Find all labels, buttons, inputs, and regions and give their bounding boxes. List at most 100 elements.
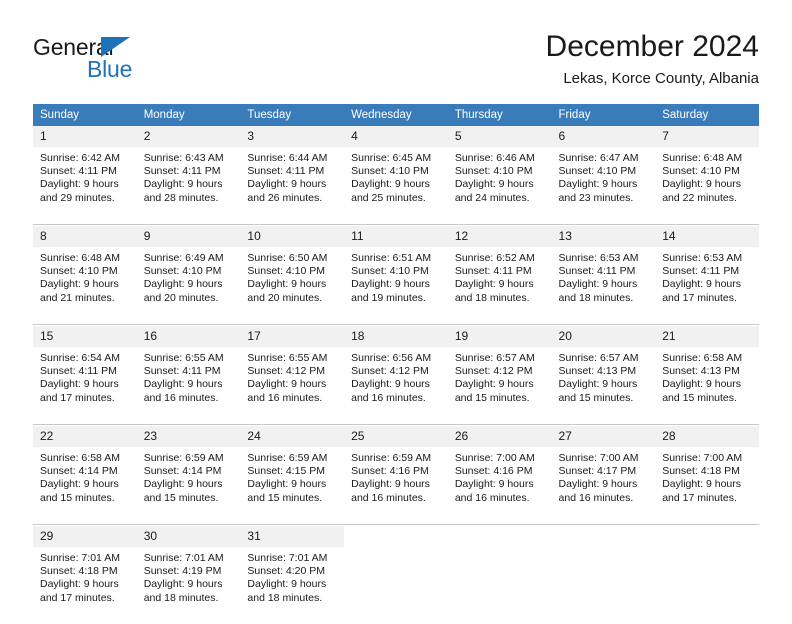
sunrise-text: Sunrise: 6:59 AM: [143, 452, 224, 464]
daylight-text-line2: and 15 minutes.: [143, 491, 219, 504]
sunrise-text: Sunrise: 6:46 AM: [454, 152, 535, 164]
day-number[interactable]: 21: [655, 326, 759, 347]
day-number[interactable]: 1: [33, 126, 137, 147]
daylight-text-line2: and 29 minutes.: [40, 191, 115, 204]
day-number[interactable]: 30: [136, 526, 241, 547]
sunset-text: Sunset: 4:12 PM: [351, 365, 429, 378]
sunrise-text: Sunrise: 6:57 AM: [558, 352, 639, 364]
daylight-text-line1: Daylight: 9 hours: [40, 178, 119, 191]
daylight-text-line1: Daylight: 9 hours: [558, 278, 638, 291]
day-number[interactable]: 16: [136, 326, 241, 347]
daylight-text-line2: and 17 minutes.: [40, 391, 115, 404]
day-number[interactable]: 19: [447, 326, 552, 347]
daylight-text-line2: and 16 minutes.: [351, 491, 426, 504]
sunset-text: Sunset: 4:14 PM: [40, 465, 118, 478]
weekday-header-wednesday: Wednesday: [344, 104, 448, 126]
daylight-text-line1: Daylight: 9 hours: [40, 278, 119, 291]
daylight-text-line1: Daylight: 9 hours: [558, 178, 638, 191]
day-number-row: 1 2 3 4 5 6 7: [33, 126, 759, 147]
day-number[interactable]: 7: [655, 126, 759, 147]
daylight-text-line1: Daylight: 9 hours: [40, 378, 119, 391]
daylight-text-line2: and 21 minutes.: [40, 291, 115, 304]
sunrise-text: Sunrise: 6:50 AM: [247, 252, 328, 264]
day-number[interactable]: 10: [240, 226, 345, 247]
day-cell: Sunrise: 6:42 AM Sunset: 4:11 PM Dayligh…: [33, 147, 137, 225]
day-info-row: Sunrise: 7:01 AM Sunset: 4:18 PM Dayligh…: [33, 547, 759, 624]
daylight-text-line2: and 25 minutes.: [351, 191, 426, 204]
day-number[interactable]: 9: [136, 226, 241, 247]
day-cell: Sunrise: 6:44 AM Sunset: 4:11 PM Dayligh…: [240, 147, 345, 225]
day-number[interactable]: 27: [551, 426, 656, 447]
day-cell: Sunrise: 7:00 AM Sunset: 4:16 PM Dayligh…: [447, 447, 552, 525]
day-number[interactable]: 15: [33, 326, 137, 347]
sunset-text: Sunset: 4:18 PM: [662, 465, 740, 478]
day-cell: Sunrise: 6:46 AM Sunset: 4:10 PM Dayligh…: [447, 147, 552, 225]
day-number[interactable]: 4: [344, 126, 448, 147]
day-number[interactable]: 23: [136, 426, 241, 447]
sunset-text: Sunset: 4:17 PM: [558, 465, 637, 478]
day-number[interactable]: 6: [551, 126, 656, 147]
day-number[interactable]: 25: [344, 426, 448, 447]
day-number[interactable]: 18: [344, 326, 448, 347]
daylight-text-line2: and 18 minutes.: [143, 591, 219, 604]
day-number[interactable]: 20: [551, 326, 656, 347]
calendar-header: Sunday Monday Tuesday Wednesday Thursday…: [33, 104, 759, 126]
day-cell: Sunrise: 6:57 AM Sunset: 4:12 PM Dayligh…: [447, 347, 552, 425]
general-blue-logo[interactable]: General Blue: [33, 34, 263, 92]
logo-text-blue: Blue: [87, 56, 133, 82]
daylight-text-line1: Daylight: 9 hours: [662, 178, 742, 191]
sunset-text: Sunset: 4:12 PM: [247, 365, 326, 378]
daylight-text-line1: Daylight: 9 hours: [40, 578, 119, 591]
daylight-text-line2: and 15 minutes.: [247, 491, 323, 504]
day-number[interactable]: 8: [33, 226, 137, 247]
daylight-text-line2: and 16 minutes.: [454, 491, 530, 504]
sunset-text: Sunset: 4:11 PM: [40, 365, 117, 378]
day-number[interactable]: 2: [136, 126, 241, 147]
weekday-header-sunday: Sunday: [33, 104, 137, 126]
sunset-text: Sunset: 4:10 PM: [143, 265, 222, 278]
sunrise-text: Sunrise: 6:58 AM: [662, 352, 743, 364]
daylight-text-line2: and 28 minutes.: [143, 191, 219, 204]
day-number[interactable]: 13: [551, 226, 656, 247]
day-number[interactable]: 31: [240, 526, 345, 547]
sunrise-text: Sunrise: 6:57 AM: [454, 352, 535, 364]
daylight-text-line2: and 18 minutes.: [454, 291, 530, 304]
day-number[interactable]: 26: [447, 426, 552, 447]
daylight-text-line2: and 18 minutes.: [558, 291, 634, 304]
sunset-text: Sunset: 4:10 PM: [247, 265, 326, 278]
day-number[interactable]: 22: [33, 426, 137, 447]
weekday-header-monday: Monday: [136, 104, 241, 126]
day-number-row: 29 30 31: [33, 526, 759, 547]
day-number[interactable]: 17: [240, 326, 345, 347]
day-number[interactable]: 29: [33, 526, 137, 547]
sunrise-text: Sunrise: 7:01 AM: [143, 552, 224, 564]
day-cell: Sunrise: 6:52 AM Sunset: 4:11 PM Dayligh…: [447, 247, 552, 325]
sunset-text: Sunset: 4:10 PM: [662, 165, 740, 178]
daylight-text-line2: and 16 minutes.: [351, 391, 426, 404]
day-cell: Sunrise: 6:47 AM Sunset: 4:10 PM Dayligh…: [551, 147, 656, 225]
day-cell: Sunrise: 6:59 AM Sunset: 4:15 PM Dayligh…: [240, 447, 345, 525]
daylight-text-line1: Daylight: 9 hours: [143, 178, 223, 191]
sunset-text: Sunset: 4:11 PM: [40, 165, 117, 178]
day-cell: Sunrise: 7:01 AM Sunset: 4:18 PM Dayligh…: [33, 547, 137, 624]
day-number[interactable]: 28: [655, 426, 759, 447]
day-number[interactable]: 12: [447, 226, 552, 247]
day-number[interactable]: 11: [344, 226, 448, 247]
day-info-row: Sunrise: 6:42 AM Sunset: 4:11 PM Dayligh…: [33, 147, 759, 225]
day-number[interactable]: 5: [447, 126, 552, 147]
sunrise-text: Sunrise: 6:54 AM: [40, 352, 120, 364]
day-number[interactable]: 14: [655, 226, 759, 247]
sunset-text: Sunset: 4:20 PM: [247, 565, 326, 578]
day-number[interactable]: 3: [240, 126, 345, 147]
day-cell: Sunrise: 6:55 AM Sunset: 4:11 PM Dayligh…: [136, 347, 241, 425]
daylight-text-line1: Daylight: 9 hours: [351, 478, 430, 491]
day-number-row: 8 9 10 11 12 13 14: [33, 226, 759, 247]
sunset-text: Sunset: 4:18 PM: [40, 565, 118, 578]
sunset-text: Sunset: 4:13 PM: [558, 365, 637, 378]
sunrise-sunset-calendar: Sunday Monday Tuesday Wednesday Thursday…: [33, 104, 759, 624]
day-number[interactable]: 24: [240, 426, 345, 447]
sunrise-text: Sunrise: 7:00 AM: [662, 452, 743, 464]
sunrise-text: Sunrise: 6:47 AM: [558, 152, 639, 164]
sunrise-text: Sunrise: 6:49 AM: [143, 252, 224, 264]
daylight-text-line2: and 20 minutes.: [143, 291, 219, 304]
